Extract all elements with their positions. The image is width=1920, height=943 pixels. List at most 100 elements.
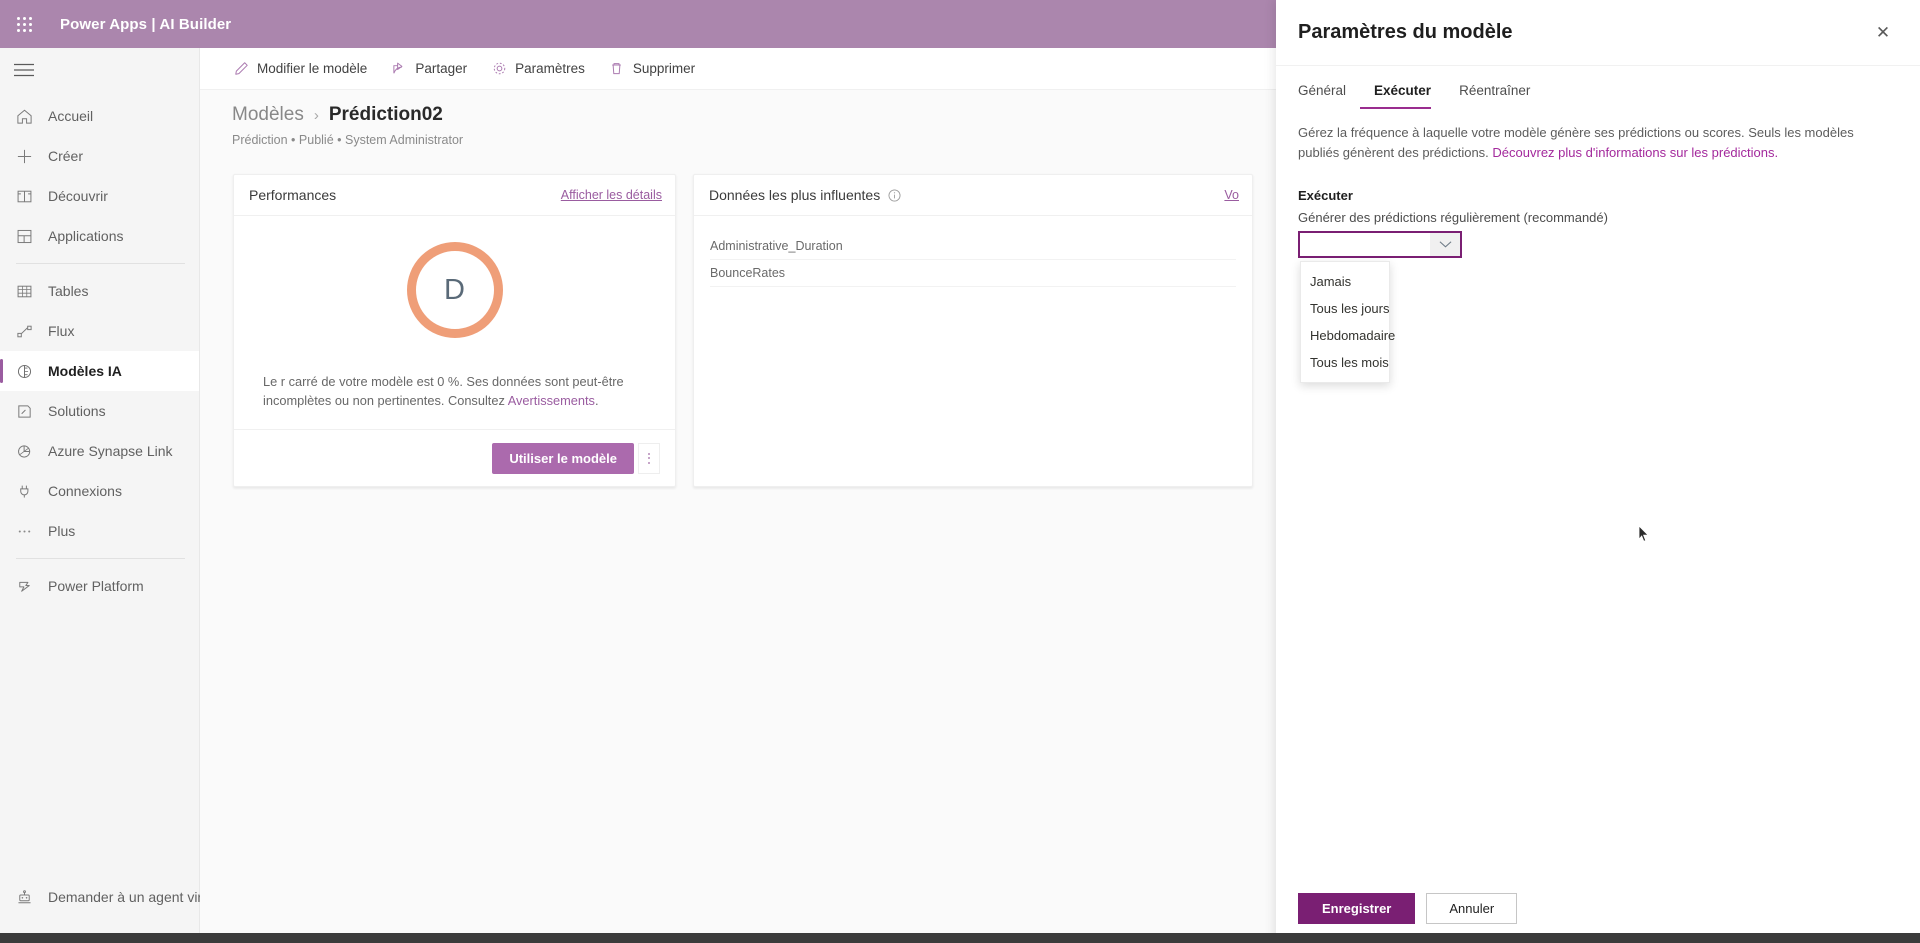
sidebar-item-label: Solutions	[48, 403, 106, 419]
app-launcher-button[interactable]	[0, 0, 48, 48]
command-label: Partager	[415, 61, 468, 76]
show-details-link[interactable]: Afficher les détails	[561, 188, 662, 202]
sidebar-item-connexions[interactable]: Connexions	[0, 471, 199, 511]
sidebar-item-label: Demander à un agent virt	[48, 889, 206, 905]
performance-grade-gauge: D	[406, 242, 503, 338]
model-more-options-button[interactable]	[638, 442, 660, 474]
influential-data-list: Administrative_Duration BounceRates	[694, 216, 1252, 486]
dropdown-option-tous-les-mois[interactable]: Tous les mois	[1301, 349, 1389, 376]
nav-divider-2	[16, 558, 185, 559]
page-title: Prédiction02	[328, 104, 443, 125]
hamburger-icon	[14, 63, 34, 77]
power-platform-icon	[14, 576, 34, 596]
frequency-combobox[interactable]: Jamais Tous les jours Hebdomadaire Tous …	[1298, 231, 1462, 383]
settings-button[interactable]: Paramètres	[481, 53, 595, 85]
home-icon	[14, 106, 34, 126]
cancel-button[interactable]: Annuler	[1426, 893, 1518, 924]
chevron-down-icon[interactable]	[1430, 233, 1460, 256]
sidebar-item-label: Plus	[48, 523, 76, 539]
page-header: Modèles › Prédiction02 Prédiction • Publ…	[200, 90, 1276, 147]
waffle-icon	[16, 16, 32, 32]
tab-general[interactable]: Général	[1298, 83, 1360, 109]
sidebar-item-azure-synapse-link[interactable]: Azure Synapse Link	[0, 431, 199, 471]
delete-button[interactable]: Supprimer	[599, 53, 705, 85]
performance-card-title: Performances	[249, 187, 337, 203]
ai-brain-icon	[14, 361, 34, 381]
tab-reentrainer[interactable]: Réentraîner	[1445, 83, 1544, 109]
panel-title: Paramètres du modèle	[1298, 21, 1513, 43]
tab-executer[interactable]: Exécuter	[1360, 83, 1445, 109]
panel-tabs: Général Exécuter Réentraîner	[1276, 66, 1920, 109]
sidebar-item-solutions[interactable]: Solutions	[0, 391, 199, 431]
suite-header-bar: Power Apps | AI Builder	[0, 0, 1276, 48]
sidebar-item-power-platform[interactable]: Power Platform	[0, 566, 199, 606]
pencil-icon	[233, 61, 249, 77]
warnings-link[interactable]: Avertissements	[508, 393, 595, 408]
page-subtitle: Prédiction • Publié • System Administrat…	[232, 133, 464, 147]
suite-title: Power Apps | AI Builder	[60, 15, 232, 33]
solutions-icon	[14, 401, 34, 421]
sidebar-item-label: Tables	[48, 283, 89, 299]
close-icon[interactable]: ✕	[1868, 18, 1898, 48]
breadcrumb-parent[interactable]: Modèles	[232, 104, 304, 126]
performance-card-footer: Utiliser le modèle	[234, 429, 675, 486]
nav-list: Accueil Créer Découvrir Applications Tab…	[0, 92, 199, 606]
performance-description: Le r carré de votre modèle est 0 %. Ses …	[263, 372, 646, 410]
performance-card-header: Performances Afficher les détails	[234, 175, 675, 216]
breadcrumb: Modèles › Prédiction02	[232, 104, 1276, 126]
sidebar-item-decouvrir[interactable]: Découvrir	[0, 176, 199, 216]
kebab-icon	[648, 452, 650, 464]
dropdown-option-hebdomadaire[interactable]: Hebdomadaire	[1301, 322, 1395, 349]
sidebar-item-flux[interactable]: Flux	[0, 311, 199, 351]
performance-card: Performances Afficher les détails D Le r…	[233, 174, 676, 487]
nav-collapse-button[interactable]	[0, 48, 199, 92]
sidebar-item-label: Modèles IA	[48, 363, 122, 379]
influential-card-header: Données les plus influentes Vo	[694, 175, 1252, 216]
command-label: Supprimer	[632, 61, 696, 76]
share-button[interactable]: Partager	[381, 53, 477, 85]
frequency-dropdown-list: Jamais Tous les jours Hebdomadaire Tous …	[1300, 261, 1395, 383]
sidebar-item-tables[interactable]: Tables	[0, 271, 199, 311]
sidebar-item-label: Découvrir	[48, 188, 108, 204]
table-icon	[14, 281, 34, 301]
list-item: Administrative_Duration	[710, 233, 1236, 260]
info-icon[interactable]	[888, 188, 901, 202]
ellipsis-icon	[14, 521, 34, 541]
dropdown-option-tous-les-jours[interactable]: Tous les jours	[1301, 295, 1389, 322]
trash-icon	[609, 61, 625, 77]
nav-divider-1	[16, 263, 185, 264]
sidebar-item-modeles-ia[interactable]: Modèles IA	[0, 351, 199, 391]
sidebar-item-label: Connexions	[48, 483, 122, 499]
save-button[interactable]: Enregistrer	[1298, 893, 1416, 924]
use-model-button[interactable]: Utiliser le modèle	[492, 442, 634, 474]
list-item: BounceRates	[710, 260, 1236, 287]
sidebar-item-creer[interactable]: Créer	[0, 136, 199, 176]
edit-model-button[interactable]: Modifier le modèle	[223, 53, 377, 85]
view-all-link[interactable]: Vo	[1224, 188, 1239, 202]
gear-icon	[491, 61, 507, 77]
sidebar-item-plus[interactable]: Plus	[0, 511, 199, 551]
left-navigation: Accueil Créer Découvrir Applications Tab…	[0, 48, 206, 943]
book-icon	[14, 186, 34, 206]
sidebar-item-applications[interactable]: Applications	[0, 216, 199, 256]
apps-grid-icon	[14, 226, 34, 246]
influential-title-text: Données les plus influentes	[709, 187, 881, 203]
main-content: Modifier le modèle Partager Paramètres S…	[200, 48, 1276, 943]
flow-icon	[14, 321, 34, 341]
sidebar-item-label: Power Platform	[48, 578, 144, 594]
learn-more-predictions-link[interactable]: Découvrez plus d'informations sur les pr…	[1492, 145, 1778, 160]
command-label: Modifier le modèle	[257, 61, 368, 76]
frequency-field-label: Générer des prédictions régulièrement (r…	[1298, 210, 1608, 225]
sidebar-item-label: Azure Synapse Link	[48, 443, 173, 459]
command-bar: Modifier le modèle Partager Paramètres S…	[200, 48, 1276, 90]
sidebar-item-accueil[interactable]: Accueil	[0, 96, 199, 136]
plus-icon	[14, 146, 34, 166]
sidebar-item-virtual-agent[interactable]: Demander à un agent virt	[0, 877, 206, 917]
plug-icon	[14, 481, 34, 501]
share-icon	[391, 61, 407, 77]
cards-row: Performances Afficher les détails D Le r…	[200, 147, 1276, 487]
dropdown-option-jamais[interactable]: Jamais	[1301, 268, 1389, 295]
sidebar-item-label: Créer	[48, 148, 84, 164]
influential-data-card: Données les plus influentes Vo Administr…	[693, 174, 1253, 487]
